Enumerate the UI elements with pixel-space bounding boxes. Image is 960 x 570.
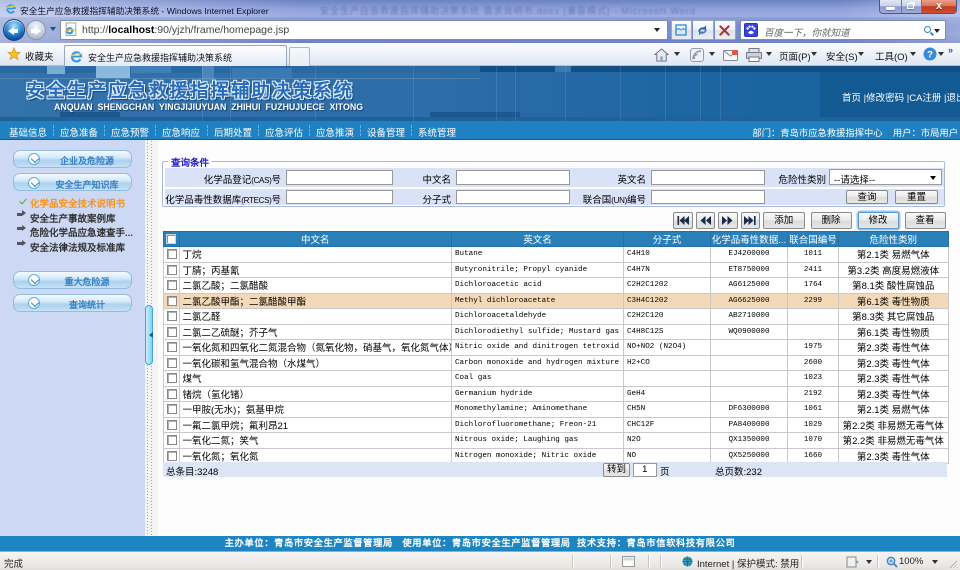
svg-text:?: ? <box>927 50 933 61</box>
